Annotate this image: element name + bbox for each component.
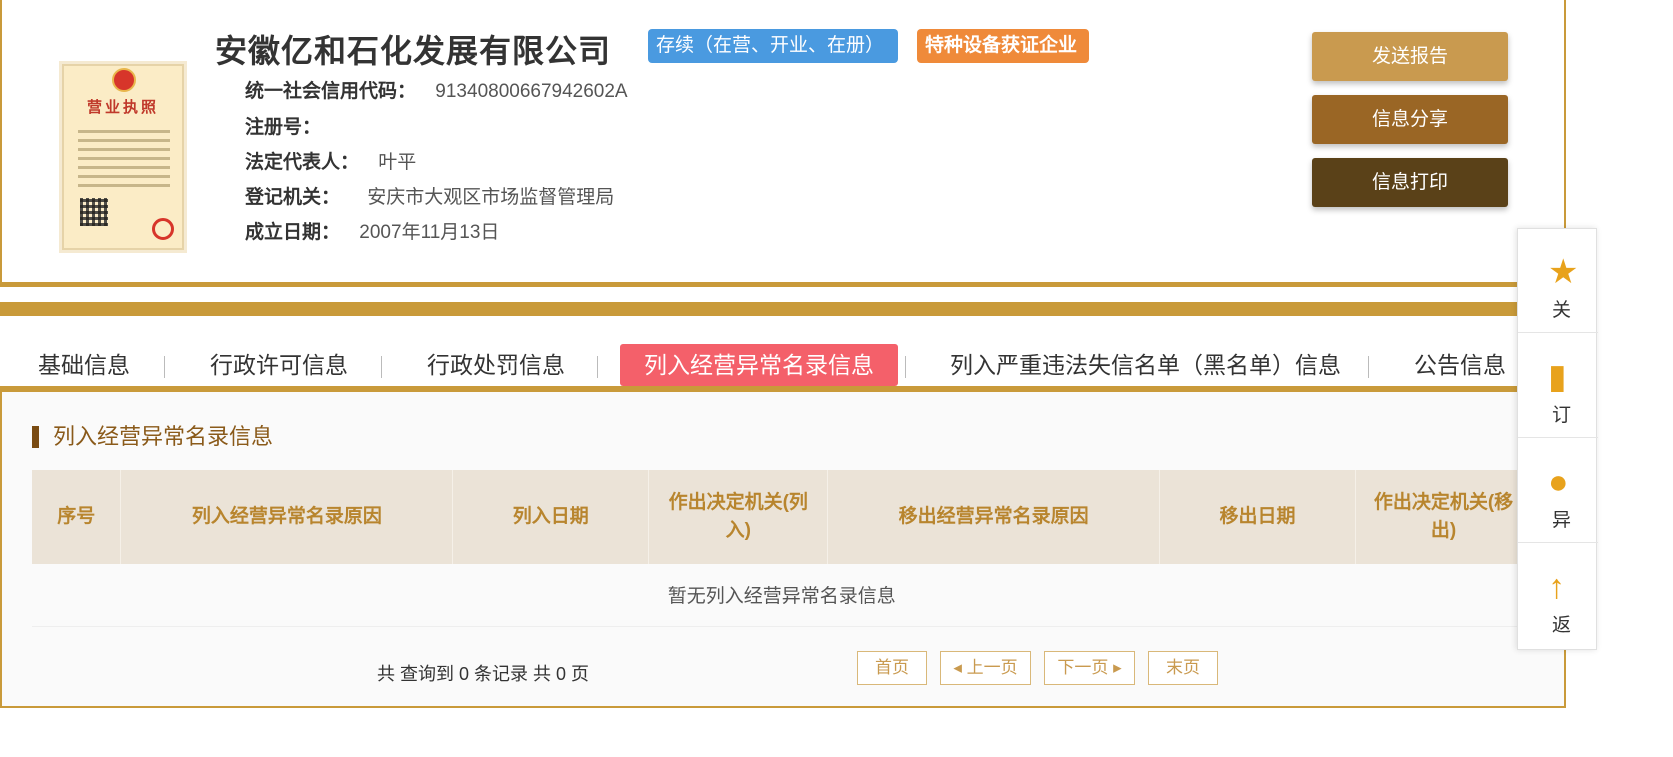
tab-separator [164,356,165,378]
prev-page-label: 上一页 [966,658,1018,677]
tab-separator [1368,356,1369,378]
send-report-button[interactable]: 发送报告 [1312,32,1508,81]
column-header: 移出经营异常名录原因 [827,470,1161,564]
special-equipment-badge: 特种设备获证企业 [917,29,1089,63]
chat-icon: ● [1548,463,1569,501]
tab-bar: 基础信息 行政许可信息 行政处罚信息 列入经营异常名录信息 列入严重违法失信名单… [0,302,1566,392]
subscribe-label: 订 [1552,405,1572,426]
tab-separator [597,356,598,378]
column-header: 序号 [32,470,122,564]
back-to-top-label: 返 [1552,615,1572,636]
tab-separator [905,356,906,378]
establish-date-row: 成立日期： 2007年11月13日 [245,217,499,244]
caret-right-icon: ▸ [1108,658,1122,677]
follow-button[interactable]: ★ 关 [1518,229,1598,333]
column-header: 作出决定机关(移出) [1355,470,1532,564]
subscribe-button[interactable]: ▮ 订 [1518,334,1598,438]
company-card: 营业执照 安徽亿和石化发展有限公司 存续（在营、开业、在册） 特种设备获证企业 … [0,0,1566,287]
establish-date-value: 2007年11月13日 [359,222,500,243]
national-emblem-icon [112,68,136,92]
table-header-row: 序号 列入经营异常名录原因 列入日期 作出决定机关(列入) 移出经营异常名录原因… [32,470,1532,564]
share-info-button[interactable]: 信息分享 [1312,95,1508,144]
tab-separator [381,356,382,378]
caret-left-icon: ◂ [953,658,967,677]
next-page-button[interactable]: 下一页 ▸ [1044,651,1135,685]
credit-code-label: 统一社会信用代码： [245,81,417,102]
feedback-label: 异 [1552,510,1572,531]
registration-authority-label: 登记机关： [245,187,341,208]
next-page-label: 下一页 [1057,658,1109,677]
abnormal-operation-table: 序号 列入经营异常名录原因 列入日期 作出决定机关(列入) 移出经营异常名录原因… [32,470,1532,627]
registration-authority-value: 安庆市大观区市场监督管理局 [367,187,615,208]
column-header: 作出决定机关(列入) [648,470,829,564]
column-header: 移出日期 [1159,470,1356,564]
star-icon: ★ [1548,253,1579,291]
last-page-button[interactable]: 末页 [1148,651,1218,685]
floating-toolbar: ★ 关 ▮ 订 ● 异 ↑ 返 [1517,228,1598,650]
first-page-button[interactable]: 首页 [857,651,927,685]
tab-admin-license[interactable]: 行政许可信息 [210,344,348,386]
tab-blacklist[interactable]: 列入严重违法失信名单（黑名单）信息 [950,344,1341,386]
column-header: 列入日期 [452,470,650,564]
official-seal-icon [152,218,174,240]
print-info-button[interactable]: 信息打印 [1312,158,1508,207]
legal-representative-row: 法定代表人： 叶平 [245,147,416,174]
establish-date-label: 成立日期： [245,222,341,243]
bookmark-icon: ▮ [1548,358,1567,396]
table-row: 暂无列入经营异常名录信息 [32,564,1532,627]
license-title: 营业执照 [86,99,159,116]
legal-representative-label: 法定代表人： [245,152,360,173]
company-name: 安徽亿和石化发展有限公司 [215,33,612,69]
tab-abnormal-operation[interactable]: 列入经营异常名录信息 [620,344,898,386]
tab-basic-info[interactable]: 基础信息 [38,344,130,386]
credit-code-value: 91340800667942602A [435,81,628,102]
tab-admin-penalty[interactable]: 行政处罚信息 [427,344,565,386]
registration-number-label: 注册号： [245,117,322,138]
column-header: 列入经营异常名录原因 [120,470,454,564]
follow-label: 关 [1552,300,1572,321]
license-text-lines [78,130,170,193]
prev-page-button[interactable]: ◂ 上一页 [940,651,1031,685]
registration-authority-row: 登记机关： 安庆市大观区市场监督管理局 [245,182,614,209]
credit-code-row: 统一社会信用代码： 91340800667942602A [245,76,628,103]
back-top-icon: ↑ [1548,568,1565,606]
content-panel: 列入经营异常名录信息 序号 列入经营异常名录原因 列入日期 作出决定机关(列入)… [0,392,1566,708]
empty-table-message: 暂无列入经营异常名录信息 [32,564,1532,627]
feedback-button[interactable]: ● 异 [1518,439,1598,543]
status-badge: 存续（在营、开业、在册） [648,29,898,63]
qr-code-icon [80,198,108,226]
tab-announcements[interactable]: 公告信息 [1414,344,1506,386]
business-license-image[interactable]: 营业执照 [62,64,184,250]
section-title: 列入经营异常名录信息 [32,426,273,448]
registration-number-row: 注册号： [245,112,321,139]
legal-representative-value: 叶平 [378,152,417,173]
pagination-summary: 共 查询到 0 条记录 共 0 页 [377,664,590,684]
back-to-top-button[interactable]: ↑ 返 [1518,544,1598,648]
